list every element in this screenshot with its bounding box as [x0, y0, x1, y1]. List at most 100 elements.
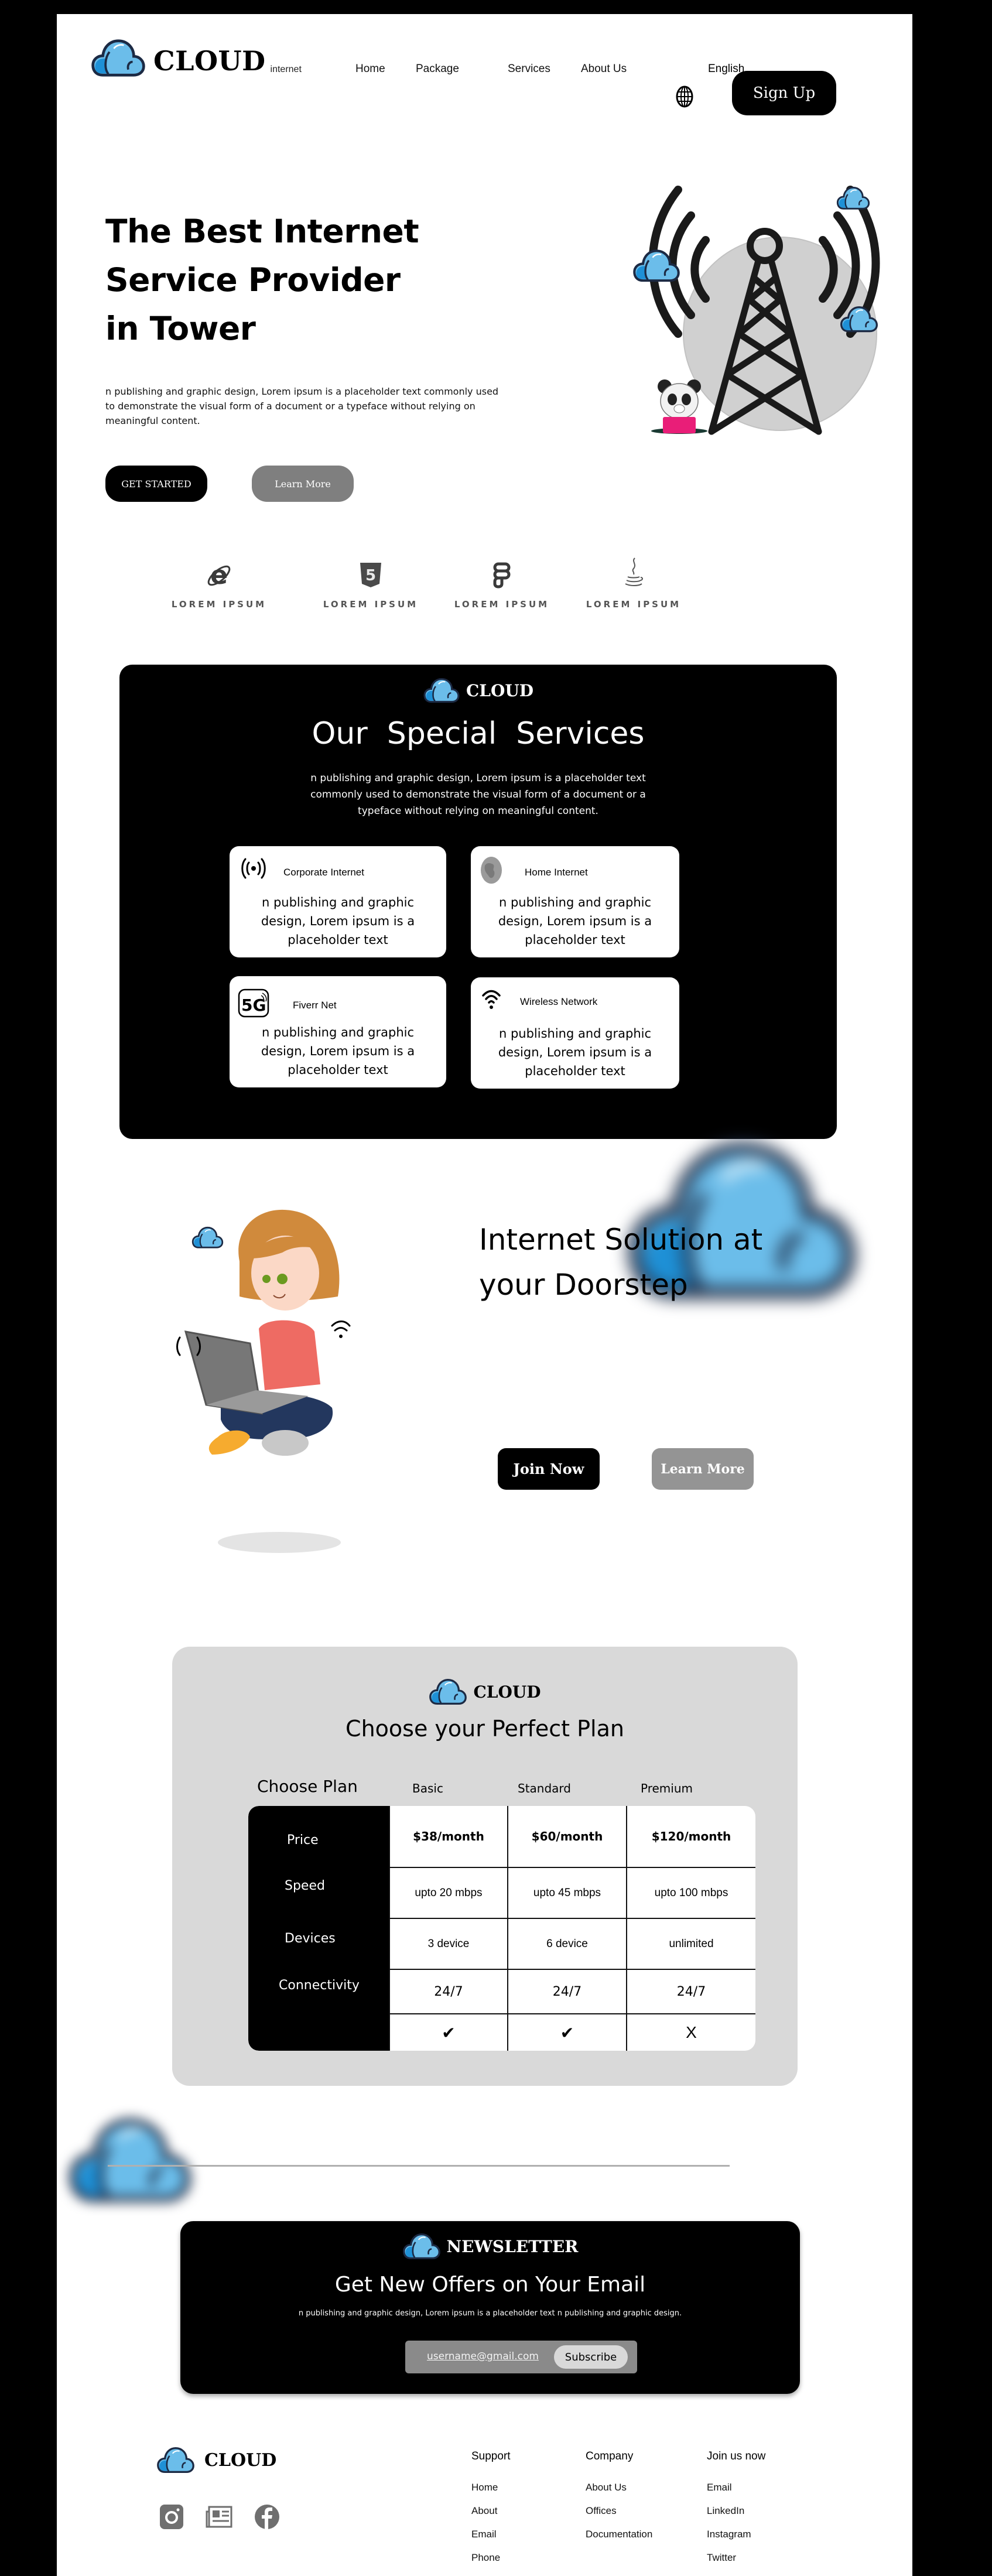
- social-links: [160, 2505, 279, 2529]
- hero-title-line: The Best Internet: [105, 213, 419, 250]
- girl-laptop-illustration: [176, 1209, 351, 1553]
- email-input[interactable]: username@gmail.com: [427, 2351, 539, 2362]
- nav-package[interactable]: Package: [416, 63, 459, 76]
- footer-column-title: Support: [471, 2450, 511, 2462]
- nav-about-us[interactable]: About Us: [581, 63, 627, 76]
- footer-link[interactable]: Twitter: [707, 2552, 765, 2564]
- services-description: n publishing and graphic design, Lorem i…: [310, 772, 646, 817]
- sign-up-button[interactable]: Sign Up: [732, 71, 836, 115]
- footer-link[interactable]: Phone: [471, 2552, 511, 2564]
- footer-column-company: Company About Us Offices Documentation: [586, 2450, 652, 2552]
- service-card-text: n publishing and graphic design, Lorem i…: [498, 895, 652, 947]
- speed-standard: upto 45 mbps: [533, 1886, 601, 1899]
- plans-brand-name: CLOUD: [473, 1682, 541, 1702]
- row-label-price: Price: [287, 1833, 319, 1848]
- x-icon: X: [686, 2023, 697, 2041]
- subscribe-button[interactable]: Subscribe: [554, 2345, 628, 2369]
- service-card-title: Home Internet: [525, 867, 588, 878]
- footer-column-support: Support Home About Email Phone: [471, 2450, 511, 2575]
- brand-logo[interactable]: CLOUD internet: [89, 39, 302, 77]
- footer-link[interactable]: Offices: [586, 2505, 652, 2517]
- footer-link[interactable]: LinkedIn: [707, 2505, 765, 2517]
- footer-column-title: Company: [586, 2450, 634, 2462]
- cloud-logo-icon: [402, 2233, 441, 2260]
- doorstep-learn-more-button[interactable]: Learn More: [652, 1448, 754, 1490]
- broadcast-signal-icon: [241, 858, 266, 879]
- speed-basic: upto 20 mbps: [415, 1886, 483, 1899]
- plan-column-standard: Standard: [518, 1781, 571, 1795]
- instagram-icon[interactable]: [160, 2505, 183, 2529]
- internet-explorer-icon: e: [207, 560, 231, 590]
- hero-title-line: in Tower: [105, 310, 256, 347]
- footer-column-join: Join us now Email LinkedIn Instagram Twi…: [707, 2450, 765, 2575]
- devices-premium: unlimited: [669, 1937, 714, 1950]
- row-label-devices: Devices: [285, 1931, 336, 1946]
- doorstep-title-line: Internet Solution at: [479, 1223, 763, 1257]
- connectivity-premium: 24/7: [676, 1984, 706, 1999]
- facebook-icon[interactable]: [255, 2505, 279, 2529]
- services-title: Our Special Services: [312, 716, 645, 751]
- partner-label: LOREM IPSUM: [454, 599, 550, 610]
- newsletter-brand-name: NEWSLETTER: [446, 2236, 579, 2256]
- service-card-title: Wireless Network: [520, 996, 598, 1007]
- connectivity-standard: 24/7: [552, 1984, 582, 1999]
- services-section: CLOUD Our Special Services n publishing …: [119, 665, 837, 1139]
- doorstep-title-line: your Doorstep: [479, 1268, 688, 1302]
- service-card-text: n publishing and graphic design, Lorem i…: [261, 895, 415, 947]
- illustration-cloud: [191, 1226, 224, 1248]
- figma-icon: [493, 562, 511, 589]
- service-card-fiverr[interactable]: 5G Fiverr Net n publishing and graphic d…: [230, 976, 446, 1087]
- globe-language-icon[interactable]: [675, 85, 695, 108]
- partner-logo: 5 LOREM IPSUM: [318, 562, 423, 610]
- row-label-speed: Speed: [285, 1879, 325, 1893]
- footer-link[interactable]: Documentation: [586, 2529, 652, 2540]
- plans-table: Price Speed Devices Connectivity $38/mon…: [248, 1806, 755, 2051]
- footer-link[interactable]: Email: [707, 2482, 765, 2493]
- newsletter-brand: NEWSLETTER: [180, 2233, 800, 2260]
- connectivity-basic: 24/7: [434, 1984, 463, 1999]
- price-standard: $60/month: [531, 1829, 603, 1843]
- plan-column-basic: Basic: [412, 1781, 443, 1795]
- footer-link[interactable]: Email: [471, 2529, 511, 2540]
- section-divider: [108, 2165, 730, 2167]
- service-card-corporate[interactable]: Corporate Internet n publishing and grap…: [230, 846, 446, 957]
- brand-subtitle: internet: [270, 64, 302, 74]
- learn-more-button[interactable]: Learn More: [252, 466, 354, 502]
- plans-corner-label: Choose Plan: [257, 1777, 358, 1796]
- plans-title: Choose your Perfect Plan: [346, 1716, 624, 1742]
- nav-home[interactable]: Home: [355, 63, 385, 76]
- footer-link[interactable]: About: [471, 2505, 511, 2517]
- cloud-logo-icon: [89, 39, 148, 77]
- nav-services[interactable]: Services: [508, 63, 550, 76]
- plans-row-labels: [248, 1806, 389, 2051]
- devices-basic: 3 device: [427, 1937, 470, 1950]
- hero-cloud: [836, 186, 870, 210]
- get-started-button[interactable]: GET STARTED: [105, 466, 207, 502]
- newsletter-form: username@gmail.com Subscribe: [405, 2341, 637, 2373]
- hero-title-line: Service Provider: [105, 261, 401, 299]
- cloud-logo-icon: [429, 1678, 467, 1705]
- footer-link[interactable]: About Us: [586, 2482, 652, 2493]
- price-premium: $120/month: [651, 1829, 731, 1843]
- check-icon: ✔: [442, 2023, 456, 2043]
- service-card-home[interactable]: Home Internet n publishing and graphic d…: [471, 846, 679, 957]
- service-card-wireless[interactable]: Wireless Network n publishing and graphi…: [471, 977, 679, 1089]
- services-brand: CLOUD: [119, 678, 837, 703]
- plans-section: CLOUD Choose your Perfect Plan Choose Pl…: [172, 1647, 798, 2086]
- partner-label: LOREM IPSUM: [323, 599, 419, 610]
- services-brand-name: CLOUD: [466, 680, 534, 700]
- newsletter-title: Get New Offers on Your Email: [334, 2273, 646, 2297]
- news-icon[interactable]: [206, 2506, 232, 2528]
- hero-title: The Best Internet Service Provider in To…: [105, 207, 419, 353]
- footer-link[interactable]: Instagram: [707, 2529, 765, 2540]
- partner-logo: e LOREM IPSUM: [166, 560, 272, 610]
- join-now-button[interactable]: Join Now: [498, 1448, 600, 1490]
- partner-label: LOREM IPSUM: [171, 599, 267, 610]
- partner-logo: LOREM IPSUM: [581, 556, 686, 610]
- page: CLOUD internet Home Package Services Abo…: [57, 14, 912, 2576]
- footer-link[interactable]: Home: [471, 2482, 511, 2493]
- svg-text:5: 5: [365, 567, 376, 584]
- partner-logo: LOREM IPSUM: [449, 562, 555, 610]
- footer-brand[interactable]: CLOUD: [155, 2447, 276, 2474]
- plans-brand: CLOUD: [172, 1678, 798, 1705]
